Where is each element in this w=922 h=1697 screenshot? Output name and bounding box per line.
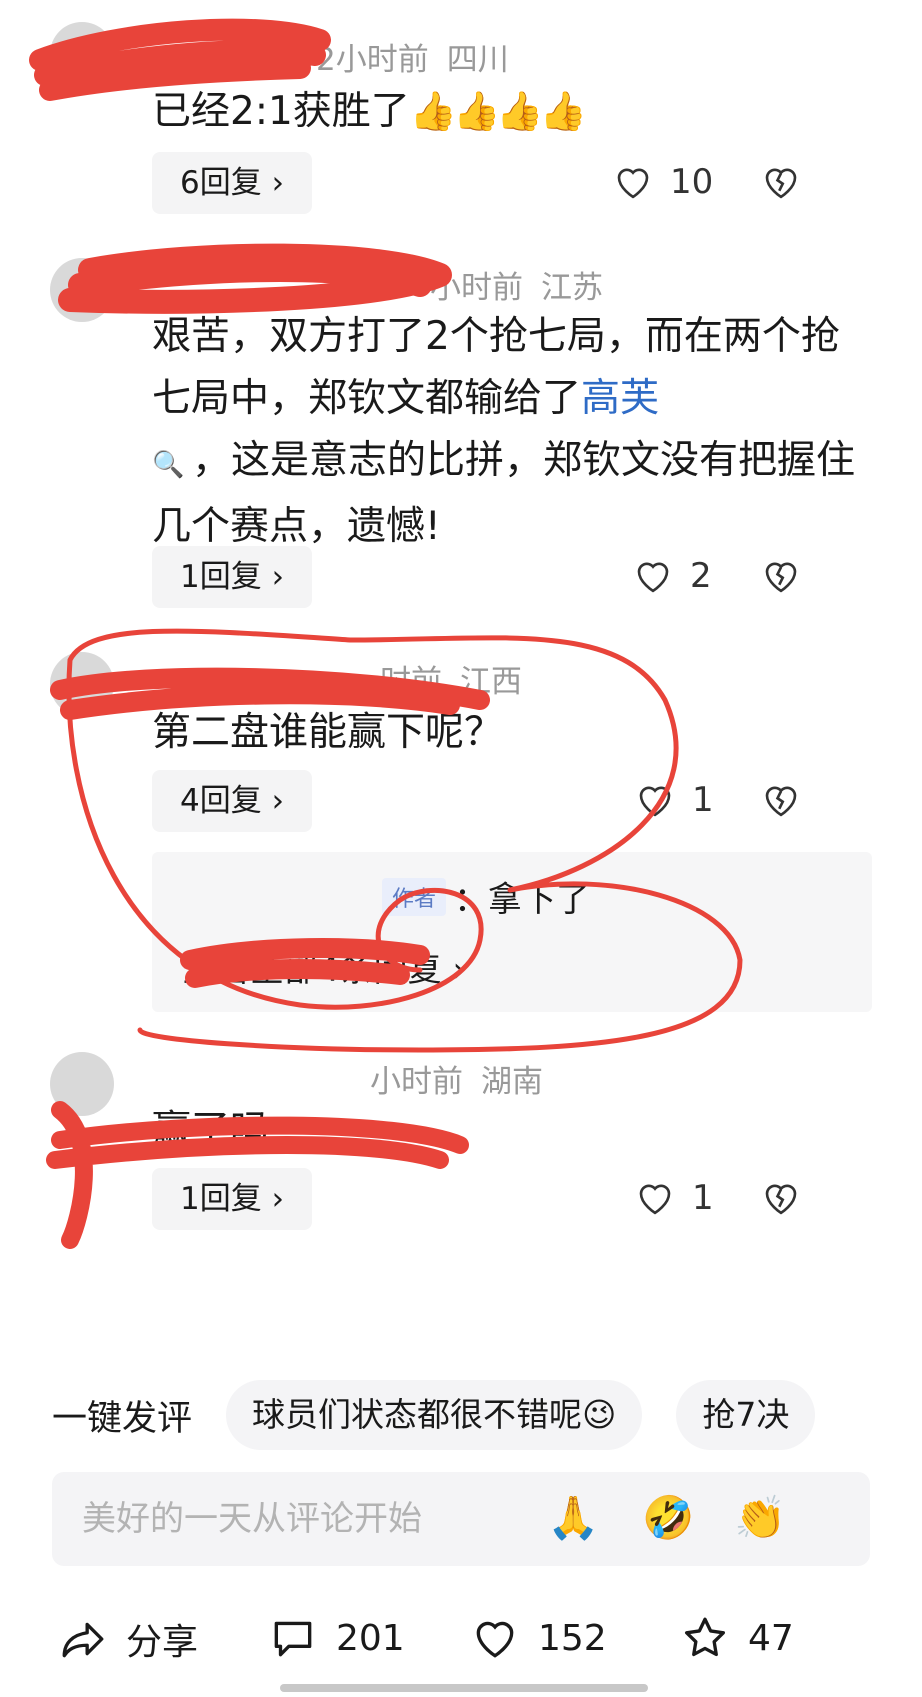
share-label: 分享 <box>126 1622 199 1663</box>
comment-body: 已经2:1获胜了 <box>152 89 410 134</box>
comment-icon <box>274 1621 312 1657</box>
comment-time: 小时前 <box>370 1064 463 1100</box>
laugh-emoji-button[interactable]: 🤣 <box>642 1492 694 1544</box>
share-icon <box>62 1622 104 1658</box>
comment-time: 时前 <box>380 664 442 700</box>
comments-button[interactable]: 201 <box>268 1613 405 1663</box>
comment-text: 第二盘谁能赢下呢？ <box>152 710 504 755</box>
quick-comment-label: 一键发评 <box>52 1398 193 1439</box>
pray-emoji-button[interactable]: 🙏 <box>547 1492 599 1544</box>
view-all-replies-link[interactable]: 查看全部4条回复 › <box>182 942 466 991</box>
like-button[interactable]: 1 <box>634 775 714 825</box>
share-button[interactable]: 分享 <box>58 1613 198 1665</box>
like-count: 10 <box>670 162 714 202</box>
heart-icon <box>639 1184 671 1215</box>
replies-button[interactable]: 1回复 › <box>152 1168 312 1230</box>
avatar[interactable] <box>50 1052 114 1116</box>
thumbs-up-emojis: 👍👍👍👍 <box>409 89 587 133</box>
comment-location: 四川 <box>446 42 509 78</box>
replies-button[interactable]: 1回复 › <box>152 546 312 608</box>
comment-input[interactable] <box>82 1496 562 1542</box>
comment-time: 2小时前 <box>316 42 429 78</box>
sub-reply-box: 作者 ：拿下了 查看全部4条回复 › <box>152 852 872 1012</box>
comment-meta: 小时前 江苏 <box>430 262 621 307</box>
home-indicator[interactable] <box>280 1684 648 1692</box>
like-button[interactable]: 1 <box>634 1173 714 1223</box>
dislike-icon[interactable] <box>760 1177 802 1219</box>
comment-body-continued: ，这是意志的比拼，郑钦文没有把握住几个赛点，遗憾! <box>152 438 856 549</box>
like-post-button[interactable]: 152 <box>470 1613 607 1663</box>
favorite-count: 47 <box>748 1617 794 1659</box>
sub-reply: 作者 ：拿下了 <box>182 872 590 921</box>
avatar[interactable] <box>50 258 114 322</box>
like-count: 1 <box>692 1178 714 1218</box>
comment-count: 201 <box>336 1617 405 1659</box>
avatar[interactable] <box>50 22 114 86</box>
dislike-icon[interactable] <box>760 161 802 203</box>
comment-text: 赢了吗 <box>152 1108 270 1153</box>
search-link[interactable]: 高芙 <box>581 376 659 421</box>
like-count: 152 <box>538 1617 607 1659</box>
like-button[interactable]: 2 <box>632 551 712 601</box>
favorite-button[interactable]: 47 <box>680 1613 794 1663</box>
heart-icon <box>476 1621 514 1658</box>
sub-reply-text: ：拿下了 <box>454 880 591 920</box>
heart-icon <box>637 562 669 593</box>
avatar[interactable] <box>50 652 114 716</box>
dislike-icon[interactable] <box>760 555 802 597</box>
comment-meta: 小时前 湖南 <box>370 1056 561 1101</box>
search-icon[interactable]: 🔍 <box>152 434 192 496</box>
quick-comment-row: 一键发评 球员们状态都很不错呢😉 抢7决 <box>52 1380 816 1450</box>
heart-icon <box>639 786 671 817</box>
quick-comment-chip[interactable]: 球员们状态都很不错呢😉 <box>226 1380 643 1450</box>
bottom-action-bar: 分享 201 152 47 <box>0 1603 922 1673</box>
comment-location: 江西 <box>460 664 522 700</box>
clap-emoji-button[interactable]: 👏 <box>734 1492 786 1544</box>
like-button[interactable]: 10 <box>612 157 713 207</box>
comment-meta: 时前 江西 <box>380 656 540 701</box>
heart-icon <box>617 168 649 199</box>
quick-comment-chip[interactable]: 抢7决 <box>676 1380 816 1450</box>
comment-input-bar: 🙏 🤣 👏 <box>52 1472 870 1566</box>
replies-button[interactable]: 6回复 › <box>152 152 312 214</box>
like-count: 2 <box>690 556 712 596</box>
comment-location: 湖南 <box>481 1064 543 1100</box>
like-count: 1 <box>692 780 714 820</box>
star-icon <box>685 1617 725 1657</box>
comment-meta: 2小时前 四川 <box>316 34 527 79</box>
dislike-icon[interactable] <box>760 779 802 821</box>
comment-text: 已经2:1获胜了👍👍👍👍 <box>152 80 872 143</box>
comment-time: 小时前 <box>430 270 523 306</box>
comment-text: 艰苦，双方打了2个抢七局，而在两个抢七局中，郑钦文都输给了高芙 🔍 ，这是意志的比拼… <box>152 306 872 558</box>
comment-body: 艰苦，双方打了2个抢七局，而在两个抢七局中，郑钦文都输给了 <box>152 314 840 421</box>
comment-location: 江苏 <box>541 270 603 306</box>
replies-button[interactable]: 4回复 › <box>152 770 312 832</box>
author-tag: 作者 <box>382 877 447 916</box>
